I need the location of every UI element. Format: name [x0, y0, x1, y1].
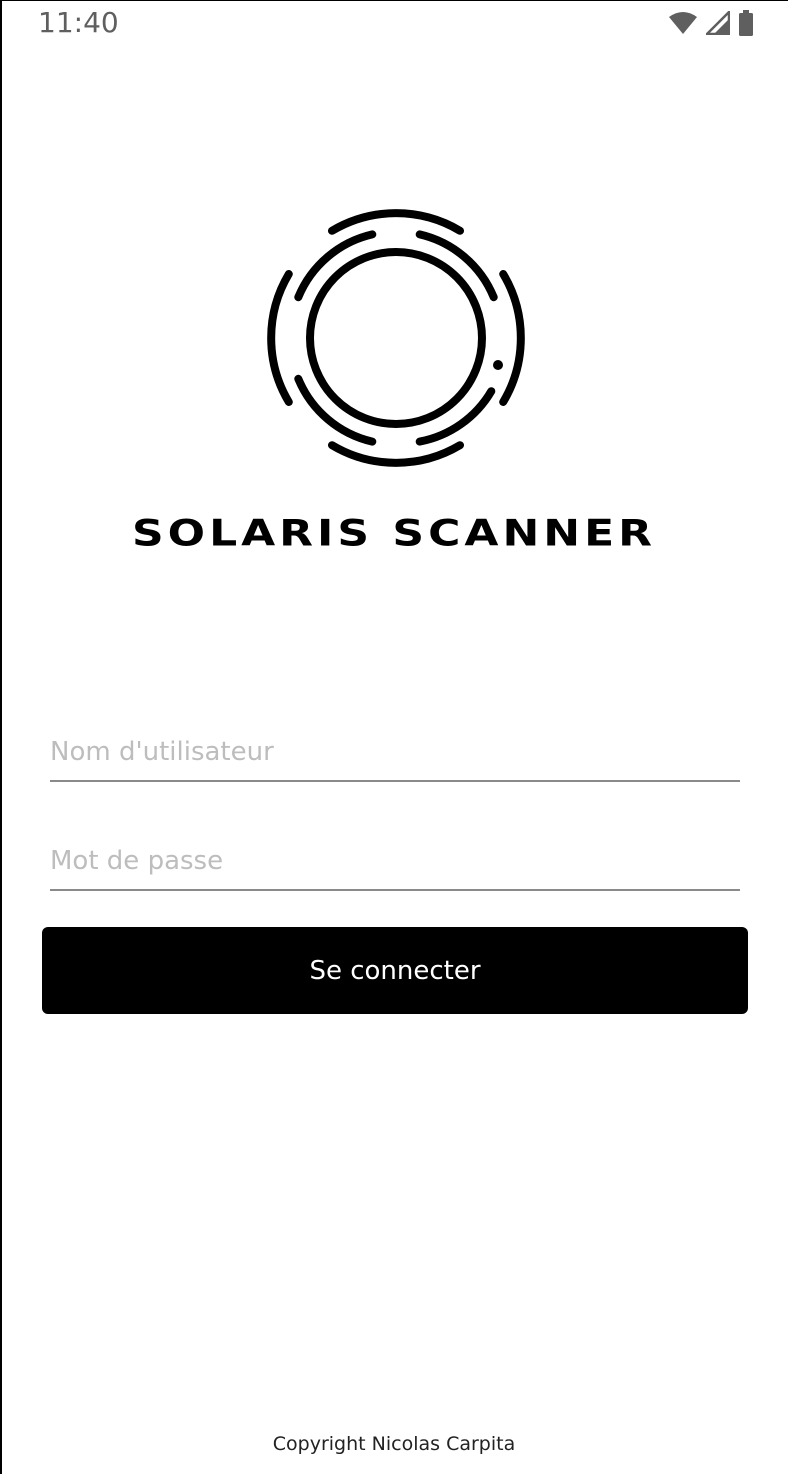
frame-edge: [0, 0, 2, 1474]
app-title: SOLARIS SCANNER: [131, 512, 657, 555]
status-time: 11:40: [38, 6, 119, 39]
copyright-text: Copyright Nicolas Carpita: [272, 1433, 516, 1455]
solaris-logo-icon: [264, 206, 528, 470]
password-input[interactable]: [50, 833, 740, 891]
battery-icon: [738, 10, 754, 40]
wifi-icon: [668, 11, 698, 39]
username-input[interactable]: [50, 724, 740, 782]
status-icons: [668, 8, 754, 40]
cellular-signal-icon: [703, 8, 731, 39]
login-button[interactable]: Se connecter: [42, 927, 748, 1014]
status-bar: 11:40: [0, 0, 788, 50]
